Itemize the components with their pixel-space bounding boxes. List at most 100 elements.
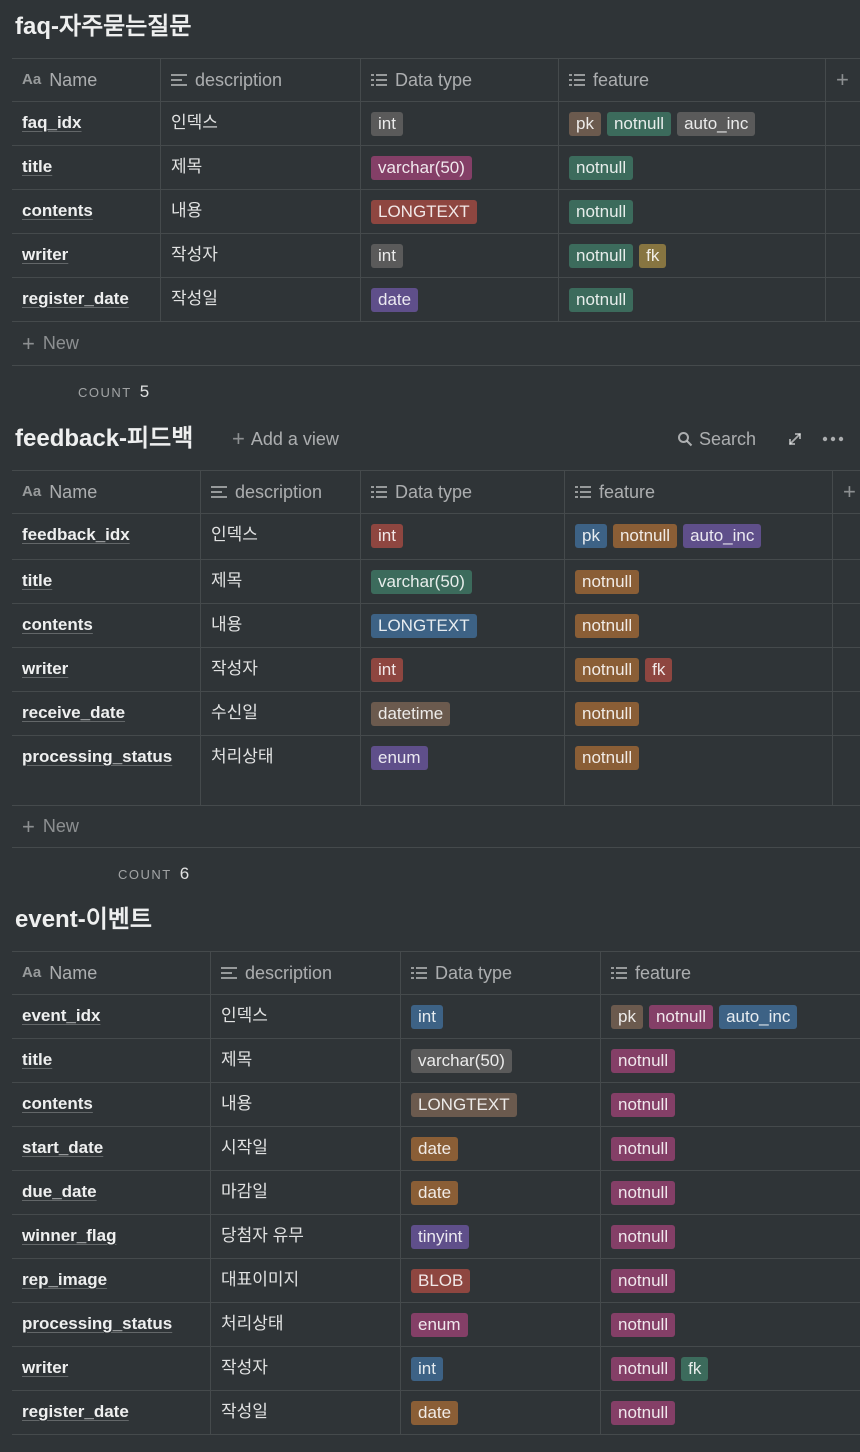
description-cell[interactable]: 제목 <box>201 560 361 603</box>
table-row[interactable]: feedback_idx 인덱스 int pk notnull auto_inc <box>12 514 860 560</box>
table-row[interactable]: contents 내용 LONGTEXT notnull <box>12 604 860 648</box>
feature-cell[interactable]: notnull <box>565 736 833 805</box>
feature-cell[interactable]: pk notnull auto_inc <box>559 102 826 145</box>
description-cell[interactable]: 처리상태 <box>201 736 361 805</box>
col-description-header[interactable]: description <box>161 59 361 101</box>
table-row[interactable]: writer 작성자 int notnull fk <box>12 648 860 692</box>
field-name[interactable]: start_date <box>22 1138 103 1157</box>
col-description-header[interactable]: description <box>201 471 361 513</box>
table-row[interactable]: register_date 작성일 date notnull <box>12 278 860 322</box>
feature-cell[interactable]: notnull <box>565 560 833 603</box>
field-name[interactable]: event_idx <box>22 1006 100 1025</box>
name-cell[interactable]: contents <box>12 190 161 233</box>
field-name[interactable]: feedback_idx <box>22 525 130 544</box>
name-cell[interactable]: register_date <box>12 278 161 321</box>
description-cell[interactable]: 당첨자 유무 <box>211 1215 401 1258</box>
empty-cell[interactable] <box>826 190 860 233</box>
name-cell[interactable]: feedback_idx <box>12 514 201 559</box>
description-cell[interactable]: 내용 <box>211 1083 401 1126</box>
feature-cell[interactable]: notnull <box>559 146 826 189</box>
description-cell[interactable]: 작성자 <box>211 1347 401 1390</box>
description-cell[interactable]: 인덱스 <box>211 995 401 1038</box>
description-cell[interactable]: 작성일 <box>211 1391 401 1434</box>
datatype-cell[interactable]: date <box>401 1391 601 1434</box>
field-name[interactable]: writer <box>22 659 68 678</box>
field-name[interactable]: register_date <box>22 289 129 308</box>
name-cell[interactable]: processing_status <box>12 1303 211 1346</box>
name-cell[interactable]: title <box>12 560 201 603</box>
empty-cell[interactable] <box>833 648 860 691</box>
name-cell[interactable]: writer <box>12 1347 211 1390</box>
field-name[interactable]: faq_idx <box>22 113 82 132</box>
description-cell[interactable]: 시작일 <box>211 1127 401 1170</box>
empty-cell[interactable] <box>833 560 860 603</box>
field-name[interactable]: title <box>22 157 52 176</box>
datatype-cell[interactable]: int <box>401 995 601 1038</box>
col-name-header[interactable]: Aa Name <box>12 952 211 994</box>
field-name[interactable]: contents <box>22 201 93 220</box>
datatype-cell[interactable]: tinyint <box>401 1215 601 1258</box>
datatype-cell[interactable]: LONGTEXT <box>401 1083 601 1126</box>
field-name[interactable]: processing_status <box>22 747 172 766</box>
field-name[interactable]: receive_date <box>22 703 125 722</box>
table-row[interactable]: contents 내용 LONGTEXT notnull <box>12 1083 860 1127</box>
name-cell[interactable]: contents <box>12 1083 211 1126</box>
datatype-cell[interactable]: date <box>361 278 559 321</box>
datatype-cell[interactable]: enum <box>401 1303 601 1346</box>
feature-cell[interactable]: notnull <box>559 190 826 233</box>
feature-cell[interactable]: notnull fk <box>559 234 826 277</box>
feature-cell[interactable]: notnull <box>565 604 833 647</box>
field-name[interactable]: title <box>22 571 52 590</box>
description-cell[interactable]: 제목 <box>161 146 361 189</box>
empty-cell[interactable] <box>826 146 860 189</box>
name-cell[interactable]: title <box>12 1039 211 1082</box>
datatype-cell[interactable]: varchar(50) <box>361 560 565 603</box>
name-cell[interactable]: title <box>12 146 161 189</box>
col-description-header[interactable]: description <box>211 952 401 994</box>
description-cell[interactable]: 마감일 <box>211 1171 401 1214</box>
search-button[interactable]: Search <box>677 424 756 454</box>
field-name[interactable]: due_date <box>22 1182 97 1201</box>
event-title[interactable]: event-이벤트 <box>15 905 152 935</box>
col-datatype-header[interactable]: Data type <box>361 59 559 101</box>
col-feature-header[interactable]: feature <box>559 59 826 101</box>
datatype-cell[interactable]: LONGTEXT <box>361 604 565 647</box>
col-name-header[interactable]: Aa Name <box>12 59 161 101</box>
faq-title[interactable]: faq-자주묻는질문 <box>15 12 191 42</box>
datatype-cell[interactable]: date <box>401 1127 601 1170</box>
table-row[interactable]: register_date 작성일 date notnull <box>12 1391 860 1435</box>
description-cell[interactable]: 내용 <box>161 190 361 233</box>
feature-cell[interactable]: notnull <box>601 1215 860 1258</box>
col-feature-header[interactable]: feature <box>601 952 860 994</box>
datatype-cell[interactable]: int <box>401 1347 601 1390</box>
feature-cell[interactable]: notnull <box>601 1303 860 1346</box>
field-name[interactable]: writer <box>22 1358 68 1377</box>
name-cell[interactable]: contents <box>12 604 201 647</box>
name-cell[interactable]: receive_date <box>12 692 201 735</box>
name-cell[interactable]: winner_flag <box>12 1215 211 1258</box>
datatype-cell[interactable]: int <box>361 648 565 691</box>
table-row[interactable]: processing_status 처리상태 enum notnull <box>12 736 860 806</box>
name-cell[interactable]: writer <box>12 648 201 691</box>
name-cell[interactable]: writer <box>12 234 161 277</box>
feature-cell[interactable]: pk notnull auto_inc <box>565 514 833 559</box>
feature-cell[interactable]: notnull <box>565 692 833 735</box>
feature-cell[interactable]: notnull fk <box>565 648 833 691</box>
empty-cell[interactable] <box>826 234 860 277</box>
description-cell[interactable]: 제목 <box>211 1039 401 1082</box>
faq-new-row-button[interactable]: + New <box>12 322 860 366</box>
datatype-cell[interactable]: date <box>401 1171 601 1214</box>
feature-cell[interactable]: pk notnull auto_inc <box>601 995 860 1038</box>
name-cell[interactable]: processing_status <box>12 736 201 805</box>
field-name[interactable]: writer <box>22 245 68 264</box>
field-name[interactable]: contents <box>22 615 93 634</box>
table-row[interactable]: title 제목 varchar(50) notnull <box>12 146 860 190</box>
empty-cell[interactable] <box>833 604 860 647</box>
table-row[interactable]: title 제목 varchar(50) notnull <box>12 1039 860 1083</box>
table-row[interactable]: writer 작성자 int notnull fk <box>12 234 860 278</box>
name-cell[interactable]: start_date <box>12 1127 211 1170</box>
description-cell[interactable]: 작성자 <box>161 234 361 277</box>
add-property-button[interactable]: + <box>826 59 860 101</box>
table-row[interactable]: contents 내용 LONGTEXT notnull <box>12 190 860 234</box>
description-cell[interactable]: 작성일 <box>161 278 361 321</box>
